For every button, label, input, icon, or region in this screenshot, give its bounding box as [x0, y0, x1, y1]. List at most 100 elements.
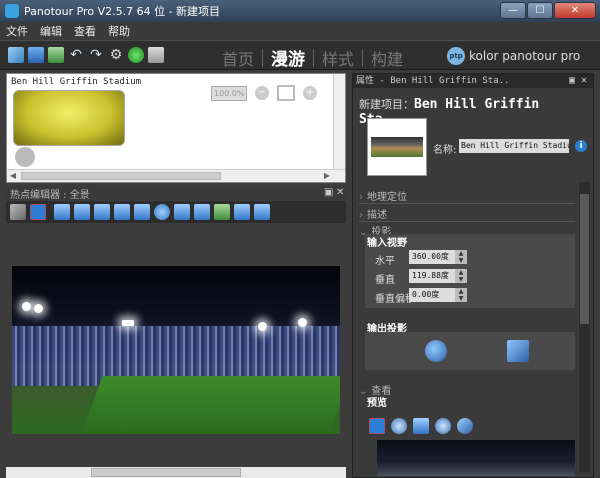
- preview-zoom-icon[interactable]: [391, 418, 407, 434]
- select-tool-icon[interactable]: [10, 204, 26, 220]
- zoom-in-icon[interactable]: +: [303, 86, 317, 100]
- new-project-icon[interactable]: [8, 47, 24, 63]
- section-geolocation[interactable]: › 地理定位: [359, 188, 407, 203]
- tour-item-title: Ben Hill Griffin Stadium: [11, 77, 142, 87]
- export-icon[interactable]: [148, 47, 164, 63]
- scrollbar-thumb[interactable]: [580, 194, 589, 324]
- properties-scrollbar[interactable]: [579, 182, 590, 472]
- nav-build[interactable]: 构建: [363, 46, 411, 70]
- add-polygon-icon[interactable]: [214, 204, 230, 220]
- section-description[interactable]: › 描述: [359, 206, 387, 221]
- float-panel-icon[interactable]: ▣: [324, 187, 333, 198]
- close-panel-icon[interactable]: ✕: [336, 187, 344, 198]
- vertical-offset-field[interactable]: 0.00度: [409, 288, 461, 302]
- preview-toolbar: [369, 418, 479, 434]
- float-panel-icon[interactable]: ▣: [569, 74, 575, 88]
- menu-view[interactable]: 查看: [68, 23, 102, 39]
- tour-panel: Ben Hill Griffin Stadium 100.0% − + ◀ ▶: [6, 73, 346, 183]
- save-icon[interactable]: [28, 47, 44, 63]
- output-projection-box: [365, 332, 575, 370]
- ptp-logo-icon: ptp: [447, 47, 465, 65]
- horizontal-spin-icon[interactable]: ▲ ▼: [455, 250, 467, 264]
- properties-panel: 属性 - Ben Hill Griffin Sta.. ▣ ✕ 新建项目： Ben…: [352, 73, 594, 478]
- menu-file[interactable]: 文件: [0, 23, 34, 39]
- zoom-out-icon[interactable]: −: [255, 86, 269, 100]
- horizontal-label: 水平: [375, 256, 395, 267]
- nav-home[interactable]: 首页: [214, 46, 262, 70]
- panorama-thumbnail[interactable]: [13, 90, 125, 146]
- horizontal-scrollbar[interactable]: ◀ ▶: [7, 169, 345, 182]
- close-button[interactable]: ✕: [554, 2, 596, 19]
- cubic-projection-icon[interactable]: [507, 340, 529, 362]
- pano-light: [34, 304, 43, 313]
- menu-help[interactable]: 帮助: [102, 23, 136, 39]
- preview-image: [377, 440, 575, 476]
- compass-icon[interactable]: [15, 147, 35, 167]
- hotspot-editor-header: 热点编辑器 : 全景 ▣ ✕: [6, 186, 346, 201]
- brand: ptp kolor panotour pro: [447, 47, 580, 65]
- add-video-icon[interactable]: [114, 204, 130, 220]
- app-icon: pano: [5, 4, 19, 18]
- scroll-right-icon[interactable]: ▶: [321, 170, 333, 182]
- redo-icon[interactable]: ↷: [88, 47, 104, 63]
- add-point-icon[interactable]: [74, 204, 90, 220]
- add-marker-icon[interactable]: [194, 204, 210, 220]
- spherical-projection-icon[interactable]: [425, 340, 447, 362]
- preview-title: 预览: [367, 398, 387, 409]
- property-thumbnail[interactable]: [367, 118, 427, 176]
- vertical-fov-field[interactable]: 119.88度: [409, 269, 461, 283]
- maximize-button[interactable]: ☐: [527, 2, 553, 19]
- close-panel-icon[interactable]: ✕: [581, 74, 587, 88]
- preview-zoom-out-icon[interactable]: [435, 418, 451, 434]
- menu-bar: 文件 编辑 查看 帮助: [0, 22, 600, 40]
- fit-view-icon[interactable]: [277, 85, 295, 101]
- undo-icon[interactable]: ↶: [68, 47, 84, 63]
- pano-horizontal-scrollbar[interactable]: [6, 467, 346, 478]
- minimize-button[interactable]: —: [500, 2, 526, 19]
- preview-select-icon[interactable]: [369, 418, 385, 434]
- divider: [359, 221, 575, 222]
- rect-select-icon[interactable]: [30, 204, 46, 220]
- zoom-input[interactable]: 100.0%: [211, 85, 247, 101]
- pano-light: [258, 322, 267, 331]
- main-nav: 首页 漫游 样式 构建: [214, 45, 411, 70]
- add-panorama-icon[interactable]: [48, 47, 64, 63]
- scroll-left-icon[interactable]: ◀: [7, 170, 19, 182]
- input-view-title: 输入视野: [367, 238, 407, 249]
- pano-field: [81, 376, 340, 434]
- vertical-offset-spin-icon[interactable]: ▲ ▼: [455, 288, 467, 302]
- build-icon[interactable]: [128, 47, 144, 63]
- properties-title: 属性 - Ben Hill Griffin Sta..: [356, 76, 510, 86]
- vertical-scrollbar[interactable]: [333, 74, 345, 170]
- input-view-box: 输入视野 水平 360.00度 ▲ ▼ 垂直 119.88度 ▲ ▼ 垂直偏移 0.…: [365, 234, 575, 308]
- pano-light: [298, 318, 307, 327]
- preview-edit-icon[interactable]: [457, 418, 473, 434]
- add-spot-icon[interactable]: [54, 204, 70, 220]
- pano-light: [122, 320, 134, 326]
- menu-edit[interactable]: 编辑: [34, 23, 68, 39]
- pano-light: [22, 302, 31, 311]
- properties-header: 属性 - Ben Hill Griffin Sta.. ▣ ✕: [353, 74, 593, 88]
- brand-name: kolor panotour pro: [469, 49, 581, 63]
- add-sound-icon[interactable]: [154, 204, 170, 220]
- preview-frame-icon[interactable]: [413, 418, 429, 434]
- title-bar: pano Panotour Pro V2.5.7 64 位 - 新建项目 — ☐…: [0, 0, 600, 22]
- nav-style[interactable]: 样式: [314, 46, 362, 70]
- hotspot-toolbar: [6, 201, 346, 223]
- horizontal-fov-field[interactable]: 360.00度: [409, 250, 461, 264]
- add-text-icon[interactable]: [134, 204, 150, 220]
- name-field[interactable]: Ben Hill Griffin Stadium: [459, 139, 569, 153]
- add-star-icon[interactable]: [174, 204, 190, 220]
- add-popup-icon[interactable]: [254, 204, 270, 220]
- add-link-icon[interactable]: [234, 204, 250, 220]
- vertical-spin-icon[interactable]: ▲ ▼: [455, 269, 467, 283]
- settings-icon[interactable]: ⚙: [108, 47, 124, 63]
- project-prefix: 新建项目：: [359, 98, 414, 111]
- scrollbar-thumb[interactable]: [91, 468, 241, 477]
- scrollbar-thumb[interactable]: [21, 172, 221, 180]
- panorama-view[interactable]: [12, 266, 340, 434]
- add-image-icon[interactable]: [94, 204, 110, 220]
- vertical-label: 垂直: [375, 275, 395, 286]
- nav-tour[interactable]: 漫游: [263, 45, 313, 70]
- info-icon[interactable]: i: [575, 140, 587, 152]
